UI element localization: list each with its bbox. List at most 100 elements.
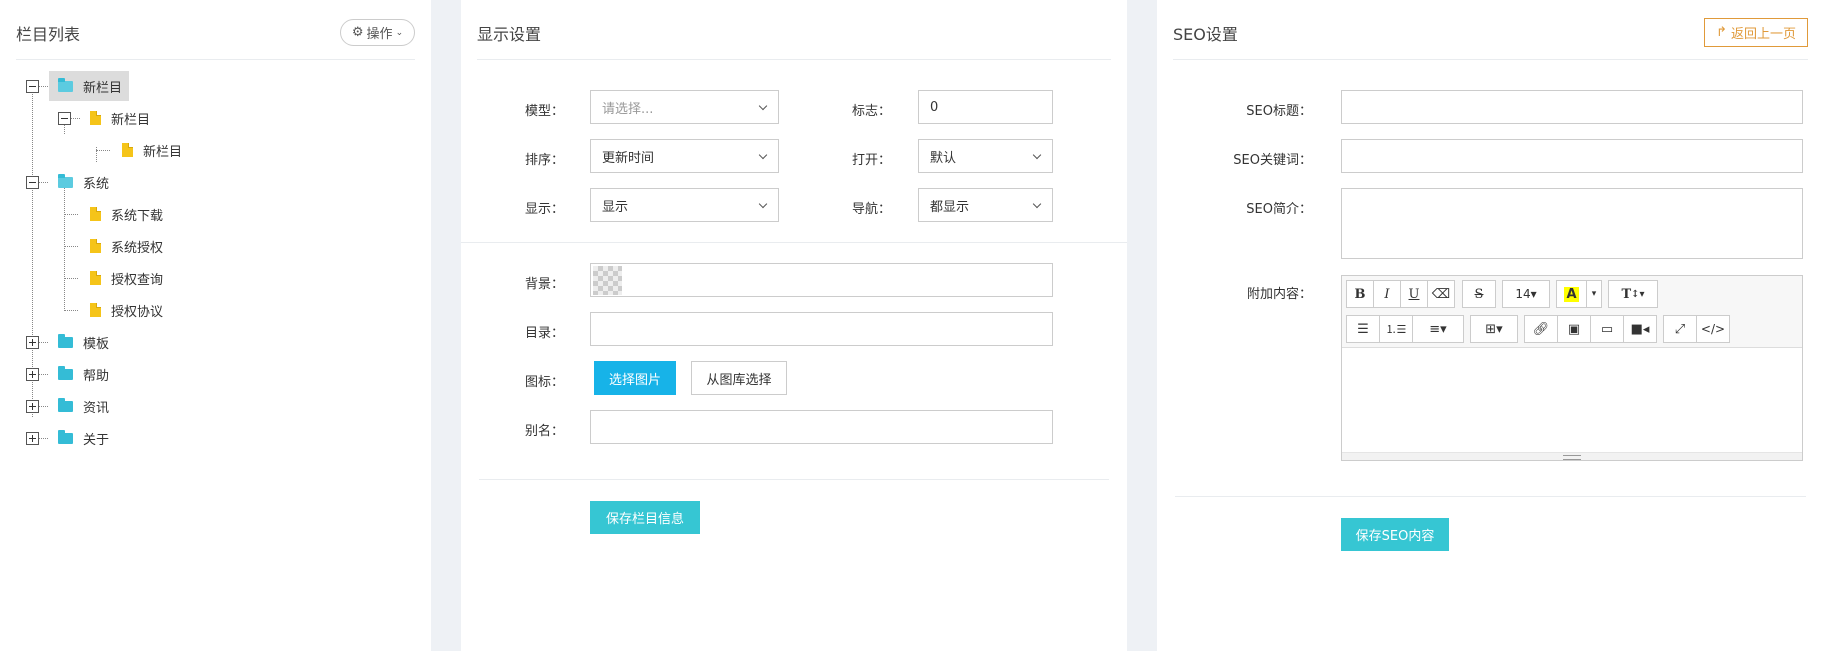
save-seo-button[interactable]: 保存SEO内容: [1341, 518, 1449, 551]
underline-button[interactable]: U: [1400, 280, 1428, 308]
nav-select[interactable]: 都显示: [918, 188, 1053, 222]
flag-input[interactable]: 0: [918, 90, 1053, 124]
image-icon[interactable]: ▣: [1557, 315, 1591, 343]
embed-frame-icon[interactable]: ▭: [1590, 315, 1624, 343]
from-gallery-button[interactable]: 从图库选择: [691, 361, 787, 395]
save-category-button[interactable]: 保存栏目信息: [590, 501, 700, 534]
flag-label: 标志：: [851, 104, 891, 119]
ordered-list-button[interactable]: ⒈☰: [1379, 315, 1413, 343]
tree-node[interactable]: 系统: [58, 167, 109, 197]
paragraph-align-dropdown[interactable]: ≡▾: [1412, 315, 1464, 343]
directory-label: 目录：: [524, 326, 564, 341]
panel-title: SEO设置: [1173, 25, 1238, 44]
alias-label: 别名：: [524, 424, 564, 439]
video-icon[interactable]: ■◂: [1623, 315, 1657, 343]
italic-button[interactable]: I: [1373, 280, 1401, 308]
unordered-list-button[interactable]: ☰: [1346, 315, 1380, 343]
bold-button[interactable]: B: [1346, 280, 1374, 308]
nav-label: 导航：: [851, 202, 891, 217]
tree-node-selected[interactable]: 新栏目: [49, 71, 129, 101]
folder-open-icon: [58, 173, 73, 188]
document-icon: [90, 111, 101, 125]
tree-node[interactable]: 授权协议: [90, 295, 163, 325]
collapse-toggle[interactable]: [26, 80, 39, 93]
seo-description-textarea[interactable]: [1341, 188, 1803, 259]
link-icon[interactable]: 🔗︎: [1524, 315, 1558, 343]
tree-node-label: 帮助: [83, 368, 110, 384]
document-icon: [90, 303, 101, 317]
show-label: 显示：: [524, 202, 564, 217]
tree-node-label: 资讯: [83, 400, 110, 416]
open-label: 打开：: [851, 153, 891, 168]
text-height-dropdown[interactable]: T ↕▾: [1608, 280, 1658, 308]
back-label: 返回上一页: [1730, 27, 1796, 42]
share-arrow-icon: ↱: [1716, 25, 1727, 40]
panel-title: 显示设置: [477, 25, 542, 44]
operations-button[interactable]: ⚙ 操作 ⌄: [340, 19, 415, 46]
editor-resize-handle[interactable]: [1342, 452, 1802, 460]
back-button[interactable]: ↱ 返回上一页: [1704, 18, 1808, 47]
seo-description-label: SEO简介：: [1246, 202, 1312, 217]
code-view-icon[interactable]: </>: [1696, 315, 1730, 343]
tree-node[interactable]: 系统下载: [90, 199, 163, 229]
font-color-icon: A: [1564, 286, 1579, 302]
tree-node[interactable]: 授权查询: [90, 263, 163, 293]
tree-node[interactable]: 模板: [58, 327, 109, 357]
icon-label: 图标：: [524, 375, 564, 390]
tree-node-label: 模板: [83, 336, 110, 352]
show-select[interactable]: 显示: [590, 188, 779, 222]
seo-title-input[interactable]: [1341, 90, 1803, 124]
tree-node-label: 系统授权: [111, 240, 164, 256]
folder-icon: [58, 365, 73, 380]
sort-select[interactable]: 更新时间: [590, 139, 779, 173]
tree-node-label: 新栏目: [111, 112, 151, 128]
tree-node[interactable]: 新栏目: [122, 135, 182, 165]
tree-node[interactable]: 帮助: [58, 359, 109, 389]
expand-toggle[interactable]: [26, 400, 39, 413]
alias-input[interactable]: [590, 410, 1053, 444]
folder-icon: [58, 397, 73, 412]
seo-settings-panel: SEO设置 ↱ 返回上一页 SEO标题： SEO关键词： SEO简介： 附加内容…: [1157, 0, 1824, 651]
fullscreen-icon[interactable]: ⤢: [1663, 315, 1697, 343]
tree-node[interactable]: 关于: [58, 423, 109, 453]
seo-title-label: SEO标题：: [1246, 104, 1312, 119]
folder-open-icon: [58, 77, 73, 92]
folder-icon: [58, 429, 73, 444]
collapse-toggle[interactable]: [26, 176, 39, 189]
font-size-dropdown[interactable]: 14 ▾: [1502, 280, 1550, 308]
rich-text-editor: B I U ⌫ S 14 ▾ A ▾ T ↕▾ ☰ ⒈☰ ≡▾ ⊞▾ 🔗︎ ▣ ▭ …: [1341, 275, 1803, 461]
tree-node-label: 授权协议: [111, 304, 164, 320]
category-list-panel: 栏目列表 ⚙ 操作 ⌄ 新栏目 新栏目 新栏目 系统 系统下载 系统授权 授权查…: [0, 0, 431, 651]
choose-image-button[interactable]: 选择图片: [594, 361, 676, 395]
background-picker[interactable]: [590, 263, 1053, 297]
panel-title: 栏目列表: [16, 25, 81, 44]
expand-toggle[interactable]: [26, 368, 39, 381]
table-dropdown[interactable]: ⊞▾: [1470, 315, 1518, 343]
font-color-button[interactable]: A: [1556, 280, 1587, 308]
strikethrough-button[interactable]: S: [1462, 280, 1496, 308]
open-select[interactable]: 默认: [918, 139, 1053, 173]
tree-node[interactable]: 资讯: [58, 391, 109, 421]
seo-keywords-label: SEO关键词：: [1233, 153, 1312, 168]
directory-input[interactable]: [590, 312, 1053, 346]
expand-toggle[interactable]: [26, 432, 39, 445]
operations-label: 操作: [366, 27, 393, 42]
tree-node-label: 授权查询: [111, 272, 164, 288]
document-icon: [90, 239, 101, 253]
document-icon: [122, 143, 133, 157]
panel-header: 显示设置: [477, 0, 1111, 60]
sort-label: 排序：: [524, 153, 564, 168]
model-select[interactable]: 请选择...: [590, 90, 779, 124]
eraser-icon[interactable]: ⌫: [1427, 280, 1455, 308]
tree-node[interactable]: 新栏目: [90, 103, 150, 133]
tree-node-label: 新栏目: [143, 144, 183, 160]
tree-node-label: 系统下载: [111, 208, 164, 224]
tree-node[interactable]: 系统授权: [90, 231, 163, 261]
expand-toggle[interactable]: [26, 336, 39, 349]
tree-node-label: 关于: [83, 432, 110, 448]
chevron-down-icon: ⌄: [395, 27, 404, 38]
seo-keywords-input[interactable]: [1341, 139, 1803, 173]
font-color-dropdown[interactable]: ▾: [1586, 280, 1602, 308]
transparent-swatch-icon[interactable]: [593, 266, 622, 295]
collapse-toggle[interactable]: [58, 112, 71, 125]
